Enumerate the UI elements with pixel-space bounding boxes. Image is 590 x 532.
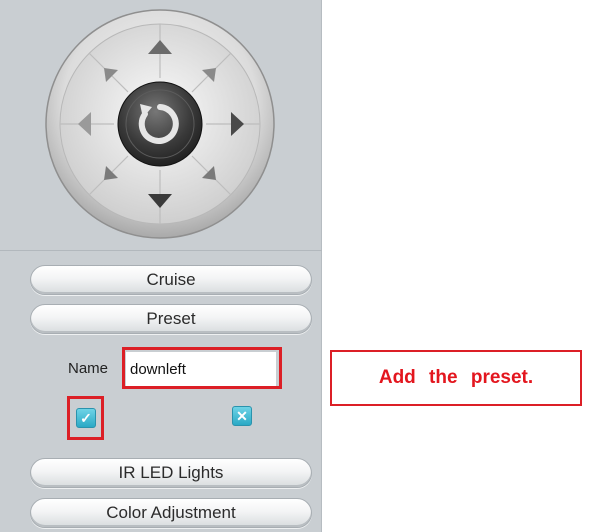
preset-button[interactable]: Preset xyxy=(30,304,312,334)
ptz-control-panel: Cruise Preset Name ✓ ✕ IR LED Lights Col… xyxy=(0,0,322,532)
color-adjustment-button[interactable]: Color Adjustment xyxy=(30,498,312,528)
preset-name-label: Name xyxy=(68,360,109,377)
rotate-icon[interactable] xyxy=(117,81,203,167)
check-icon[interactable]: ✓ xyxy=(76,408,96,428)
preset-name-input[interactable] xyxy=(126,352,276,386)
divider xyxy=(0,250,322,251)
ir-led-lights-button[interactable]: IR LED Lights xyxy=(30,458,312,488)
annotation-callout: Add the preset. xyxy=(330,350,582,406)
cruise-button[interactable]: Cruise xyxy=(30,265,312,295)
ptz-dial xyxy=(45,9,275,239)
close-icon[interactable]: ✕ xyxy=(232,406,252,426)
annotation-text: Add the preset. xyxy=(378,367,534,388)
ptz-joystick xyxy=(44,8,276,240)
